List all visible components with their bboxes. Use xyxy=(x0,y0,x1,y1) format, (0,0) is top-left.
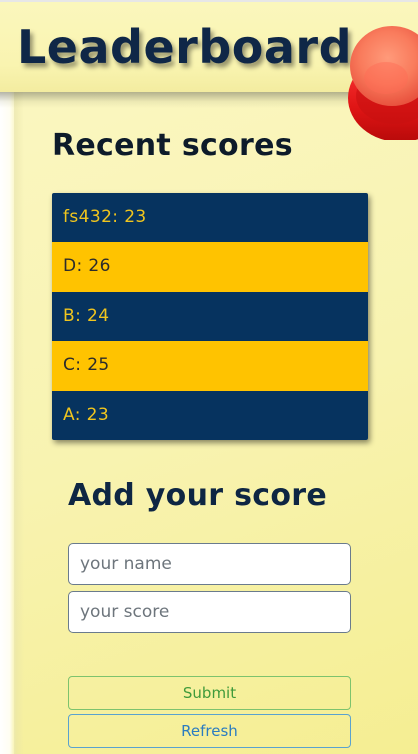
pushpin-icon xyxy=(348,26,418,140)
list-item: fs432: 23 xyxy=(52,193,368,243)
list-item: B: 24 xyxy=(52,291,368,342)
name-input[interactable] xyxy=(68,543,351,585)
page-edge-shadow xyxy=(14,90,24,754)
recent-scores-heading: Recent scores xyxy=(52,128,293,163)
page-title: Leaderboard xyxy=(17,20,353,74)
list-item: C: 25 xyxy=(52,341,368,391)
scores-list: fs432: 23 D: 26 B: 24 C: 25 A: 23 xyxy=(52,193,368,440)
list-item: A: 23 xyxy=(52,390,368,440)
submit-button[interactable]: Submit xyxy=(68,676,351,710)
score-input[interactable] xyxy=(68,591,351,633)
list-item: D: 26 xyxy=(52,242,368,292)
refresh-button[interactable]: Refresh xyxy=(68,714,351,748)
add-score-heading: Add your score xyxy=(68,478,327,513)
